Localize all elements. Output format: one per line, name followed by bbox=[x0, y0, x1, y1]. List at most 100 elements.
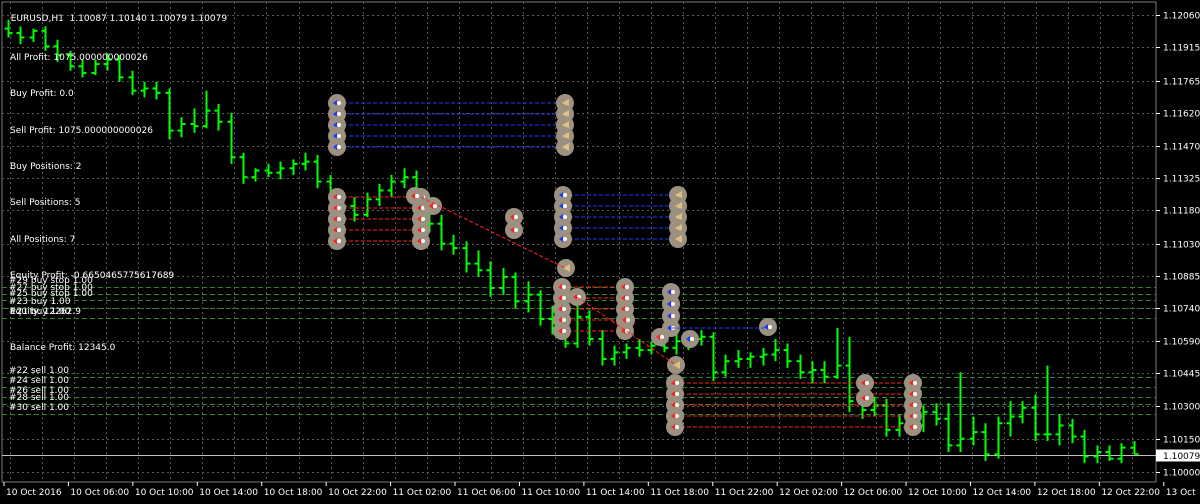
chart-canvas[interactable]: 1.12060 1.11915 1.11765 1.11620 1.11470 1.113… bbox=[0, 0, 1200, 500]
buy-dot-icon bbox=[563, 226, 567, 230]
price-tick-label: 1.12060 bbox=[1163, 12, 1200, 22]
price-tick-label: 1.11765 bbox=[1163, 78, 1200, 88]
sell-dot-icon bbox=[514, 228, 518, 232]
sell-dot-icon bbox=[421, 228, 425, 232]
order-label: #28 sell 1.00 bbox=[9, 393, 69, 403]
buy-dot-icon bbox=[337, 112, 341, 116]
info-buy-profit: Buy Profit: 0.0 bbox=[10, 89, 74, 100]
plot-frame bbox=[1, 1, 1157, 483]
sell-dot-icon bbox=[660, 335, 664, 339]
time-tick-label: 13 Oct bbox=[1166, 488, 1196, 498]
time-tick-label: 11 Oct 10:00 bbox=[521, 488, 580, 498]
time-tick-label: 10 Oct 22:00 bbox=[328, 488, 387, 498]
price-tick-label: 1.10740 bbox=[1163, 305, 1200, 315]
sell-dot-icon bbox=[865, 396, 869, 400]
sell-dot-icon bbox=[625, 285, 629, 289]
buy-dot-icon bbox=[563, 204, 567, 208]
trade-line bbox=[420, 196, 566, 269]
order-label: #30 sell 1.00 bbox=[9, 403, 69, 413]
sell-dot-icon bbox=[913, 392, 917, 396]
sell-dot-icon bbox=[514, 215, 518, 219]
buy-dot-icon bbox=[563, 237, 567, 241]
time-tick-label: 10 Oct 14:00 bbox=[199, 488, 258, 498]
time-tick-label: 10 Oct 18:00 bbox=[264, 488, 323, 498]
buy-dot-icon bbox=[337, 123, 341, 127]
time-tick-label: 11 Oct 14:00 bbox=[586, 488, 645, 498]
sell-dot-icon bbox=[913, 414, 917, 418]
chart-title: EURUSD,H1 1.10087 1.10140 1.10079 1.1007… bbox=[5, 4, 227, 24]
buy-dot-icon bbox=[671, 314, 675, 318]
sell-dot-icon bbox=[562, 307, 566, 311]
price-tick-label: 1.10590 bbox=[1163, 338, 1200, 348]
time-tick-label: 12 Oct 02:00 bbox=[779, 488, 838, 498]
price-tick-label: 1.11030 bbox=[1163, 241, 1200, 251]
price-tick-label: 1.10885 bbox=[1163, 273, 1200, 283]
info-buy-positions: Buy Positions: 2 bbox=[10, 162, 82, 173]
symbol-label: EURUSD,H1 bbox=[10, 14, 64, 24]
buy-dot-icon bbox=[337, 134, 341, 138]
sell-dot-icon bbox=[562, 285, 566, 289]
info-all-positions: All Positions: 7 bbox=[10, 234, 76, 245]
price-tick-label: 1.11325 bbox=[1163, 175, 1200, 185]
time-tick-label: 11 Oct 22:00 bbox=[715, 488, 774, 498]
time-tick-label: 10 Oct 10:00 bbox=[135, 488, 194, 498]
price-tick-label: 1.10445 bbox=[1163, 370, 1200, 380]
time-tick-label: 11 Oct 18:00 bbox=[650, 488, 709, 498]
sell-dot-icon bbox=[337, 239, 341, 243]
sell-dot-icon bbox=[675, 381, 679, 385]
price-tick-label: 1.10000 bbox=[1163, 469, 1200, 479]
sell-dot-icon bbox=[337, 195, 341, 199]
buy-dot-icon bbox=[671, 302, 675, 306]
sell-dot-icon bbox=[562, 296, 566, 300]
time-tick-label: 12 Oct 14:00 bbox=[972, 488, 1031, 498]
time-tick-label: 11 Oct 02:00 bbox=[393, 488, 452, 498]
time-tick-label: 12 Oct 06:00 bbox=[844, 488, 903, 498]
time-tick-label: 10 Oct 06:00 bbox=[70, 488, 129, 498]
time-tick-label: 12 Oct 18:00 bbox=[1037, 488, 1096, 498]
buy-dot-icon bbox=[337, 101, 341, 105]
time-tick-label: 10 Oct 2016 bbox=[6, 488, 62, 498]
price-tick-label: 1.11180 bbox=[1163, 207, 1200, 217]
sell-dot-icon bbox=[625, 307, 629, 311]
sell-dot-icon bbox=[626, 318, 630, 322]
sell-dot-icon bbox=[337, 217, 341, 221]
sell-dot-icon bbox=[913, 425, 917, 429]
sell-dot-icon bbox=[415, 194, 419, 198]
sell-dot-icon bbox=[562, 318, 566, 322]
price-tick-label: 1.10150 bbox=[1163, 436, 1200, 446]
buy-dot-icon bbox=[563, 215, 567, 219]
buy-dot-icon bbox=[671, 290, 675, 294]
current-price-label: 1.10079 bbox=[1163, 452, 1200, 462]
sell-dot-icon bbox=[675, 403, 679, 407]
buy-dot-icon bbox=[563, 193, 567, 197]
sell-dot-icon bbox=[625, 296, 629, 300]
sell-dot-icon bbox=[865, 381, 869, 385]
buy-dot-icon bbox=[768, 325, 772, 329]
price-tick-label: 1.11915 bbox=[1163, 44, 1200, 54]
sell-dot-icon bbox=[421, 217, 425, 221]
order-label: #22 sell 1.00 bbox=[9, 366, 69, 376]
buy-dot-icon bbox=[337, 145, 341, 149]
order-label: #24 sell 1.00 bbox=[9, 376, 69, 386]
order-label: #23 buy 1.00 bbox=[9, 297, 71, 307]
info-balance-profit: Balance Profit: 12345.0 bbox=[10, 343, 116, 354]
info-all-profit: All Profit: 1075.000000000026 bbox=[10, 53, 148, 64]
time-tick-label: 11 Oct 06:00 bbox=[457, 488, 516, 498]
time-tick-label: 12 Oct 22:00 bbox=[1101, 488, 1160, 498]
quote-label: 1.10087 1.10140 1.10079 1.10079 bbox=[69, 14, 228, 24]
sell-dot-icon bbox=[913, 381, 917, 385]
sell-dot-icon bbox=[421, 239, 425, 243]
price-tick-label: 1.11470 bbox=[1163, 143, 1200, 153]
sell-dot-icon bbox=[675, 392, 679, 396]
price-tick-label: 1.11620 bbox=[1163, 110, 1200, 120]
sell-dot-icon bbox=[675, 425, 679, 429]
sell-dot-icon bbox=[337, 206, 341, 210]
time-tick-label: 12 Oct 10:00 bbox=[908, 488, 967, 498]
sell-dot-icon bbox=[562, 329, 566, 333]
sell-dot-icon bbox=[433, 204, 437, 208]
price-tick-label: 1.10300 bbox=[1163, 403, 1200, 413]
order-label: #21 buy 1.00 bbox=[9, 307, 71, 317]
price-chart[interactable]: 1.12060 1.11915 1.11765 1.11620 1.11470 1.113… bbox=[0, 0, 1200, 500]
info-sell-positions: Sell Positions: 5 bbox=[10, 198, 81, 209]
buy-dot-icon bbox=[690, 337, 694, 341]
